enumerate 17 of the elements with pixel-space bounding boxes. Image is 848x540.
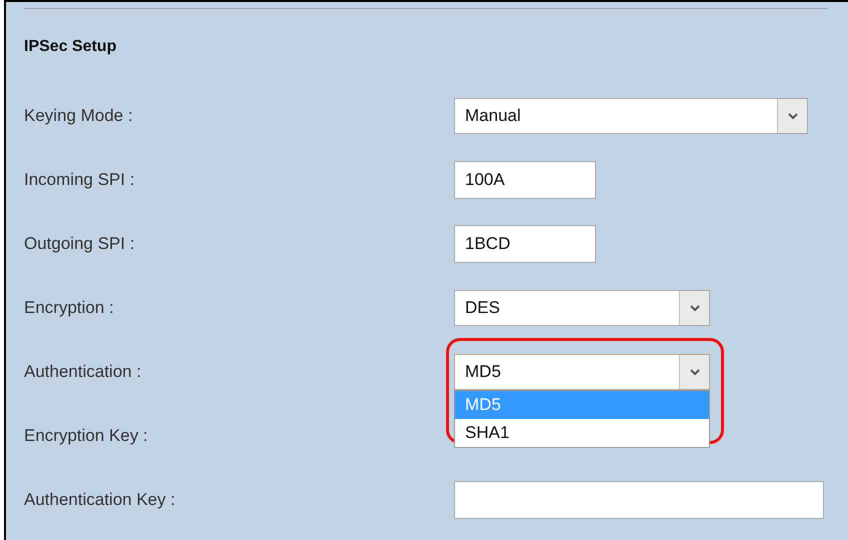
- field-label: Keying Mode :: [24, 105, 134, 128]
- chevron-down-icon: [690, 304, 700, 312]
- chevron-down-icon: [690, 368, 700, 376]
- chevron-down-icon: [788, 112, 798, 120]
- text-field[interactable]: [454, 481, 824, 519]
- field-label: Incoming SPI :: [24, 169, 136, 192]
- select-field[interactable]: MD5: [454, 354, 710, 390]
- text-field[interactable]: 100A: [454, 161, 596, 199]
- select-field[interactable]: DES: [454, 290, 710, 326]
- field-label: Encryption Key :: [24, 425, 149, 448]
- field-label: Authentication Key :: [24, 489, 176, 512]
- text-field[interactable]: 1BCD: [454, 225, 596, 263]
- section-title: IPSec Setup: [24, 36, 116, 56]
- field-label: Authentication :: [24, 361, 142, 384]
- field-label: Encryption :: [24, 297, 115, 320]
- field-label: Outgoing SPI :: [24, 233, 136, 256]
- select-field[interactable]: Manual: [454, 98, 808, 134]
